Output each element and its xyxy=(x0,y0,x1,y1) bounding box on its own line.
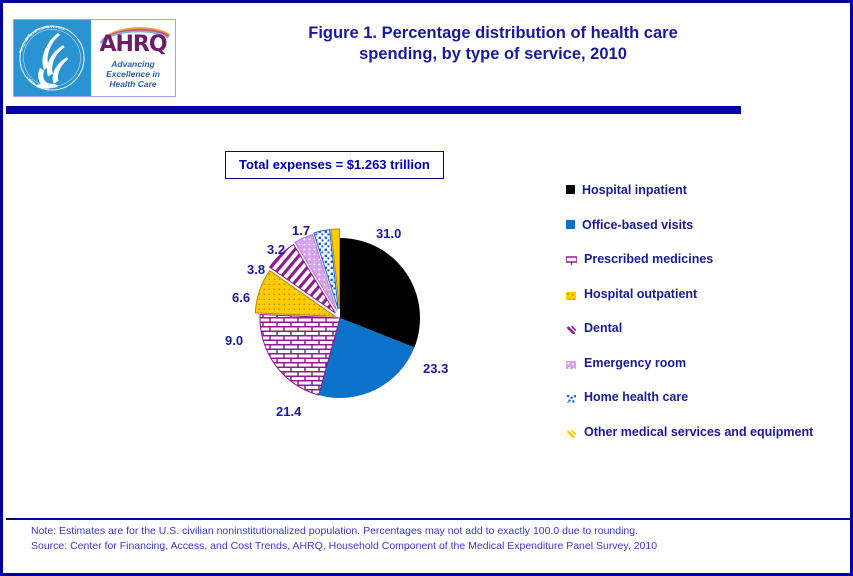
total-expenses-callout: Total expenses = $1.263 trillion xyxy=(225,151,444,179)
pie-label-emergency-room: 3.8 xyxy=(247,262,266,277)
ahrq-tagline-line1: Advancing xyxy=(111,59,155,69)
ahrq-tagline-line2: Excellence in xyxy=(106,69,160,79)
legend-label: Hospital outpatient xyxy=(584,286,698,301)
legend-item-dental: Dental xyxy=(566,321,836,336)
page-title-line2: spending, by type of service, 2010 xyxy=(359,45,627,63)
black-solid-swatch-icon xyxy=(566,185,575,194)
page-title-line1: Figure 1. Percentage distribution of hea… xyxy=(308,24,678,42)
footnote-divider xyxy=(6,518,853,520)
legend-label: Prescribed medicines xyxy=(584,252,714,266)
purple-diagonal-swatch-icon xyxy=(566,323,577,334)
hhs-eagle-seal-icon: DEPARTMENT OF HEALTH & HUMAN SERVICES US… xyxy=(18,24,85,92)
ahrq-letters: AHRQ xyxy=(99,32,167,57)
pie-label-office-based-visits: 23.3 xyxy=(423,361,449,376)
legend-item-emergency-room: Emergency room xyxy=(566,356,836,371)
blue-dot-swatch-icon xyxy=(566,392,577,403)
pie-label-dental: 6.6 xyxy=(232,290,251,305)
pie-chart: 31.0 23.3 21.4 9.0 6.6 3.8 3.2 1.7 xyxy=(225,218,498,428)
legend-label: Home health care xyxy=(584,390,689,404)
yellow-diagonal-swatch-icon xyxy=(566,427,577,438)
pie-label-hospital-outpatient: 9.0 xyxy=(225,333,244,348)
hhs-seal-icon: DEPARTMENT OF HEALTH & HUMAN SERVICES US… xyxy=(14,20,91,96)
ahrq-wordmark: AHRQ Advancing Excellence in Health Care xyxy=(91,20,175,96)
legend-label: Other medical services and equipment xyxy=(584,424,814,439)
footnote-block: Note: Estimates are for the U.S. civilia… xyxy=(31,524,831,553)
legend-label: Dental xyxy=(584,321,623,335)
purple-brick-swatch-icon xyxy=(566,254,577,265)
legend-label: Office-based visits xyxy=(582,217,694,232)
legend-item-home-health-care: Home health care xyxy=(566,390,836,405)
figure-header: DEPARTMENT OF HEALTH & HUMAN SERVICES US… xyxy=(3,3,850,103)
legend-item-other-medical-services: Other medical services and equipment xyxy=(566,425,836,440)
ahrq-tagline-line3: Health Care xyxy=(109,79,157,89)
footnote-note: Note: Estimates are for the U.S. civilia… xyxy=(31,525,639,537)
pie-label-home-health-care: 3.2 xyxy=(267,242,286,257)
svg-text:USA: USA xyxy=(58,26,66,32)
page-title: Figure 1. Percentage distribution of hea… xyxy=(193,23,793,65)
ahrq-logo: DEPARTMENT OF HEALTH & HUMAN SERVICES US… xyxy=(13,19,176,97)
pie-label-prescribed-medicines: 21.4 xyxy=(276,404,302,419)
pie-label-hospital-inpatient: 31.0 xyxy=(376,226,402,241)
ahrq-tagline: Advancing Excellence in Health Care xyxy=(106,59,160,89)
legend-item-prescribed-medicines: Prescribed medicines xyxy=(566,252,836,267)
legend-label: Emergency room xyxy=(584,355,687,370)
figure-frame: DEPARTMENT OF HEALTH & HUMAN SERVICES US… xyxy=(0,0,853,576)
blue-solid-swatch-icon xyxy=(566,219,575,229)
legend-item-office-based-visits: Office-based visits xyxy=(566,218,836,233)
pie-label-other-medical: 1.7 xyxy=(292,223,311,238)
legend-item-hospital-outpatient: Hospital outpatient xyxy=(566,287,836,302)
yellow-dot-swatch-icon xyxy=(566,289,577,300)
legend-label: Hospital inpatient xyxy=(582,183,687,197)
chart-legend: Hospital inpatient Office-based visits P… xyxy=(566,183,836,459)
header-divider xyxy=(6,106,741,114)
violet-dot-swatch-icon xyxy=(566,358,577,369)
footnote-source: Source: Center for Financing, Access, an… xyxy=(31,539,658,552)
legend-item-hospital-inpatient: Hospital inpatient xyxy=(566,183,836,198)
